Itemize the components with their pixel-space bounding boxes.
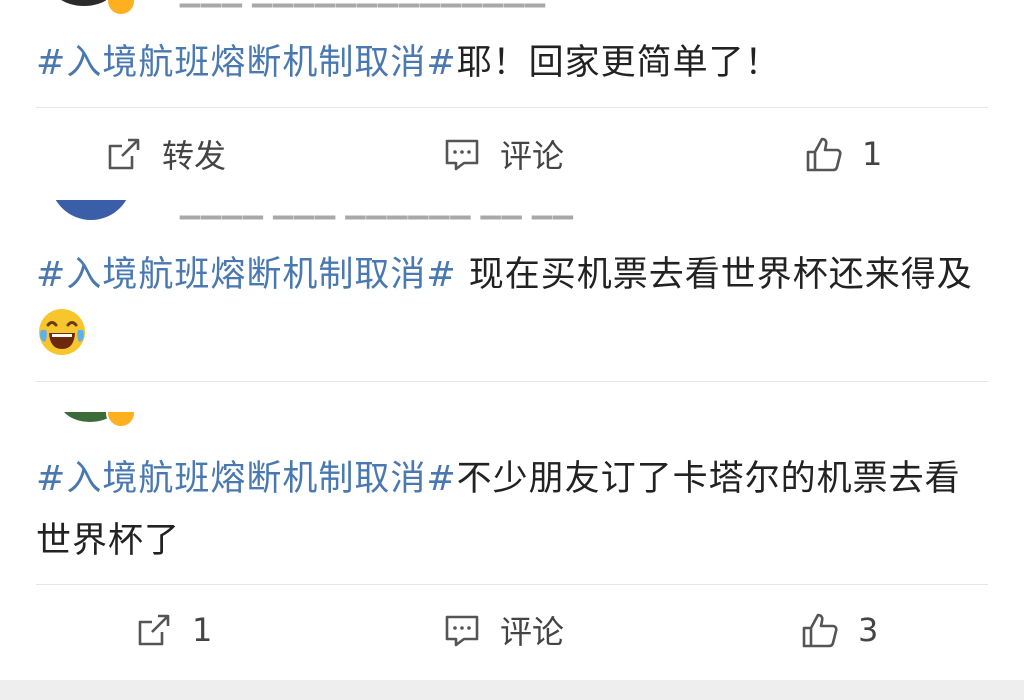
post-card-2: ▁▁▁▁ ▁▁▁ ▁▁▁▁▁▁ ▁▁ ▁▁ #入境航班熔断机制取消# 现在买机票…: [0, 200, 1024, 412]
comment-icon: [445, 139, 479, 171]
post-text: #入境航班熔断机制取消#不少朋友订了卡塔尔的机票去看世界杯了: [36, 448, 984, 572]
hashtag-link[interactable]: #入境航班熔断机制取消#: [36, 43, 457, 83]
post-text: #入境航班熔断机制取消# 现在买机票去看世界杯还来得及: [36, 244, 984, 368]
share-icon: [138, 614, 170, 646]
post-meta: ▁▁▁ ▁▁▁▁▁▁▁▁▁▁▁▁▁▁: [180, 0, 546, 8]
feed: ▁▁▁ ▁▁▁▁▁▁▁▁▁▁▁▁▁▁ #入境航班熔断机制取消#耶！回家更简单了！…: [0, 0, 1024, 700]
post-card-1: ▁▁▁ ▁▁▁▁▁▁▁▁▁▁▁▁▁▁ #入境航班熔断机制取消#耶！回家更简单了！…: [0, 0, 1024, 200]
comment-button[interactable]: 评论: [442, 394, 564, 412]
laughing-crying-emoji-icon: [39, 309, 85, 355]
hashtag-link[interactable]: #入境航班熔断机制取消#: [36, 459, 457, 499]
post-text: #入境航班熔断机制取消#耶！回家更简单了！: [36, 32, 984, 94]
divider: [36, 107, 988, 108]
post-card-3: #入境航班熔断机制取消#不少朋友订了卡塔尔的机票去看世界杯了 1 评论 3: [0, 412, 1024, 680]
repost-label: 转发: [162, 137, 227, 175]
avatar[interactable]: [50, 200, 132, 220]
action-bar: 1 评论 3: [0, 590, 1024, 670]
verified-badge-icon: [106, 0, 136, 16]
comment-label: 评论: [500, 613, 565, 651]
divider: [36, 584, 988, 585]
verified-badge-icon: [106, 412, 136, 428]
like-button[interactable]: 1: [804, 394, 882, 412]
share-icon: [108, 138, 140, 170]
card-separator: [0, 680, 1024, 700]
like-count: 3: [858, 611, 879, 649]
comment-icon: [445, 615, 479, 647]
repost-button[interactable]: 转发: [104, 394, 226, 412]
thumbs-up-icon: [806, 137, 842, 172]
repost-button[interactable]: 转发: [104, 114, 226, 194]
post-body: 耶！回家更简单了！: [456, 43, 781, 83]
like-count: 1: [862, 135, 883, 173]
post-meta: ▁▁▁▁ ▁▁▁ ▁▁▁▁▁▁ ▁▁ ▁▁: [180, 200, 574, 220]
divider: [36, 381, 988, 382]
post-body: 现在买机票去看世界杯还来得及: [456, 255, 973, 295]
repost-count: 1: [192, 611, 213, 649]
action-bar: 转发 评论 1: [0, 114, 1024, 194]
repost-button[interactable]: 1: [134, 590, 212, 670]
comment-label: 评论: [500, 137, 565, 175]
hashtag-link[interactable]: #入境航班熔断机制取消#: [36, 255, 457, 295]
like-button[interactable]: 3: [800, 590, 878, 670]
like-button[interactable]: 1: [804, 114, 882, 194]
comment-button[interactable]: 评论: [442, 114, 564, 194]
comment-button[interactable]: 评论: [442, 590, 564, 670]
action-bar: 转发 评论 1: [0, 386, 1024, 412]
thumbs-up-icon: [802, 613, 838, 648]
